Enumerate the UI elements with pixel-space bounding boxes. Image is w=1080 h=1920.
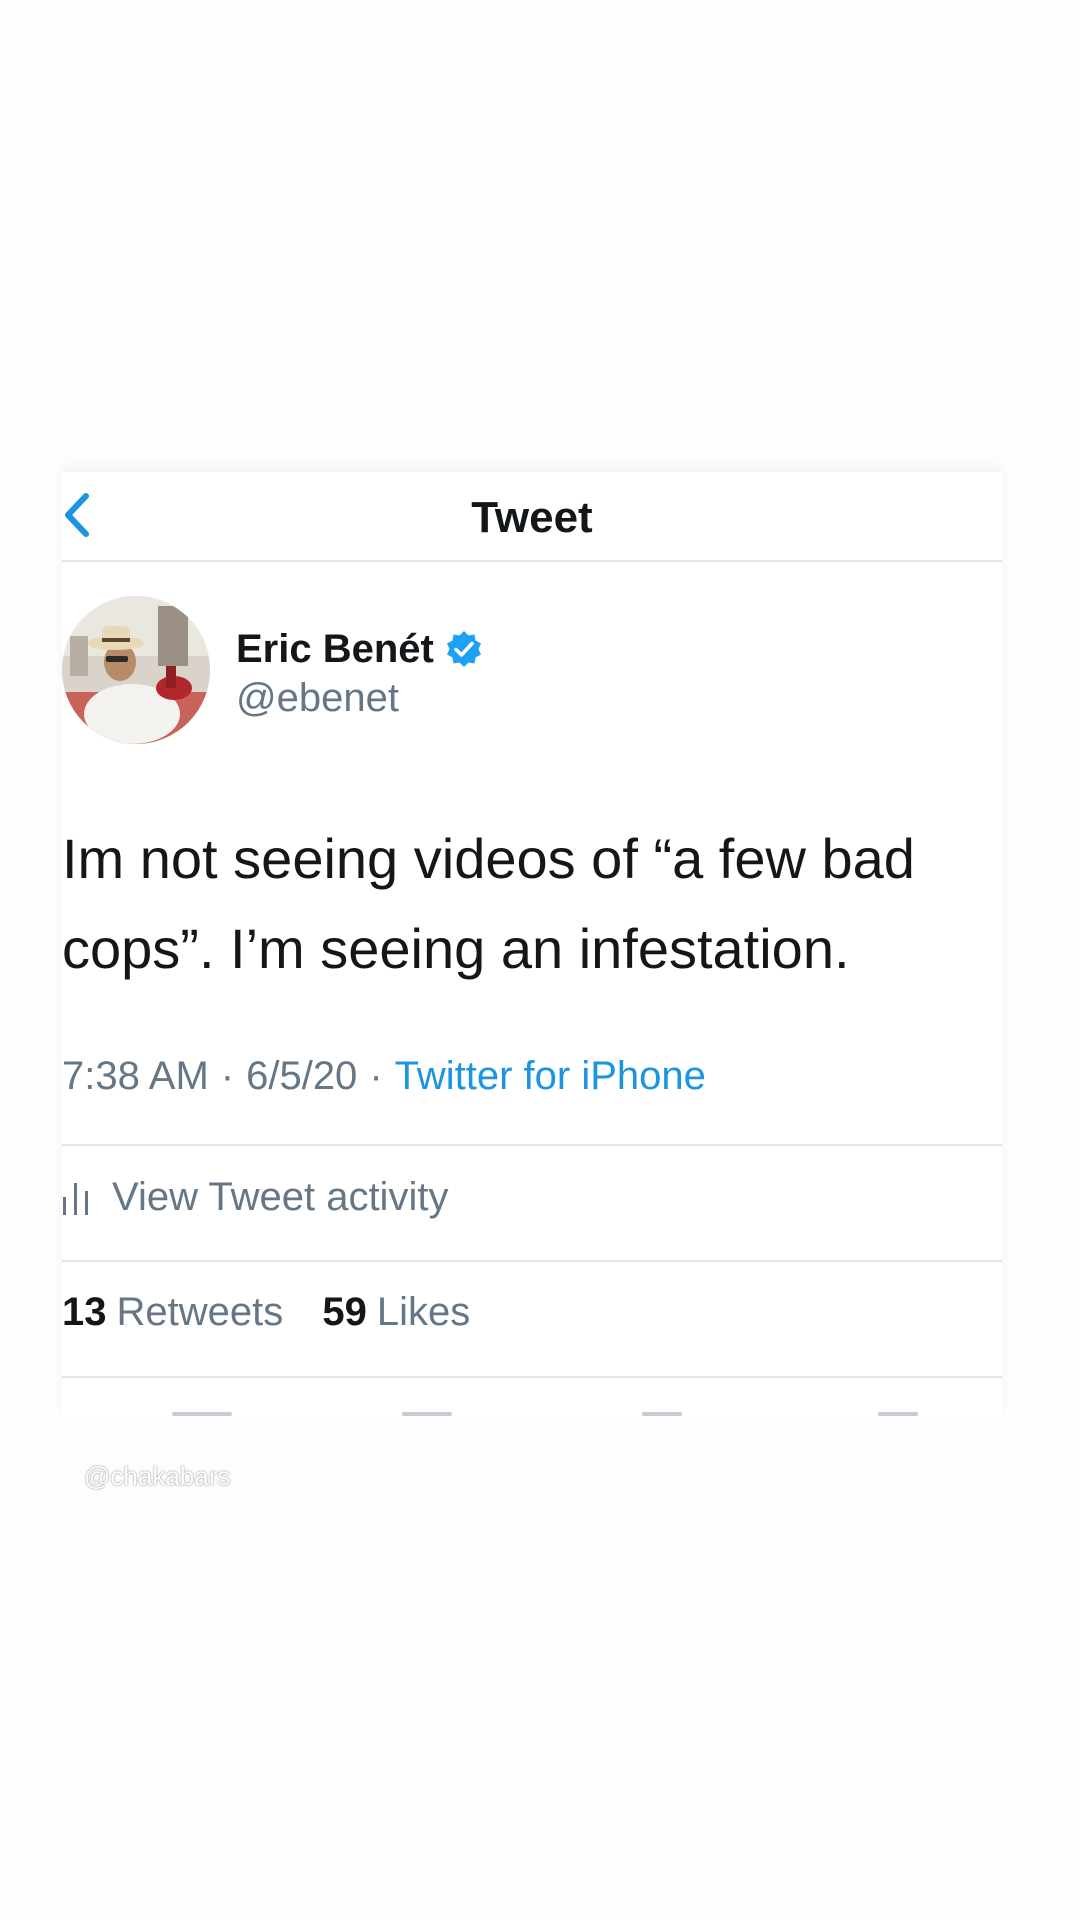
- watermark: @chakabars: [84, 1461, 231, 1491]
- share-icon: [878, 1412, 918, 1416]
- tweet-time: 7:38 AM: [62, 1054, 209, 1098]
- tweet-meta: 7:38 AM · 6/5/20 · Twitter for iPhone: [62, 1052, 706, 1100]
- tweet-source-link[interactable]: Twitter for iPhone: [395, 1054, 706, 1098]
- like-icon: [642, 1412, 682, 1416]
- verified-badge-icon: [446, 631, 481, 667]
- page-title: Tweet: [471, 493, 593, 542]
- view-tweet-activity-label: View Tweet activity: [112, 1175, 449, 1219]
- divider: [62, 1144, 1002, 1146]
- likes-label: Likes: [376, 1290, 471, 1334]
- retweets-count: 13: [62, 1290, 107, 1334]
- view-tweet-activity-button[interactable]: View Tweet activity: [62, 1172, 448, 1222]
- author-handle[interactable]: @ebenet: [236, 674, 399, 722]
- tweet-date: 6/5/20: [246, 1054, 358, 1098]
- divider: [62, 1260, 1002, 1262]
- likes-count: 59: [322, 1290, 367, 1334]
- engagement-stats: 13 Retweets 59 Likes: [62, 1288, 470, 1336]
- avatar-photo: [62, 596, 210, 744]
- retweet-icon: [402, 1412, 452, 1416]
- author-name-row: Eric Benét: [236, 624, 484, 674]
- nav-bar: Tweet: [62, 472, 1002, 560]
- divider: [62, 1376, 1002, 1378]
- divider: [62, 560, 1002, 562]
- meta-separator: ·: [369, 1054, 383, 1098]
- reply-icon: [172, 1412, 232, 1416]
- tweet-text: Im not seeing videos of “a few bad cops”…: [62, 827, 915, 980]
- meta-separator: ·: [220, 1054, 235, 1098]
- author-display-name[interactable]: Eric Benét: [236, 625, 434, 673]
- retweets-label: Retweets: [116, 1290, 284, 1334]
- avatar[interactable]: [62, 596, 210, 744]
- tweet-card: Tweet Eric Benét @ebenet Im not seeing v…: [62, 472, 1002, 1418]
- bar-chart-icon: [63, 1183, 88, 1215]
- likes-stat[interactable]: 59 Likes: [322, 1290, 470, 1334]
- action-bar-cutoff: [62, 1406, 1002, 1418]
- retweets-stat[interactable]: 13 Retweets: [62, 1290, 283, 1334]
